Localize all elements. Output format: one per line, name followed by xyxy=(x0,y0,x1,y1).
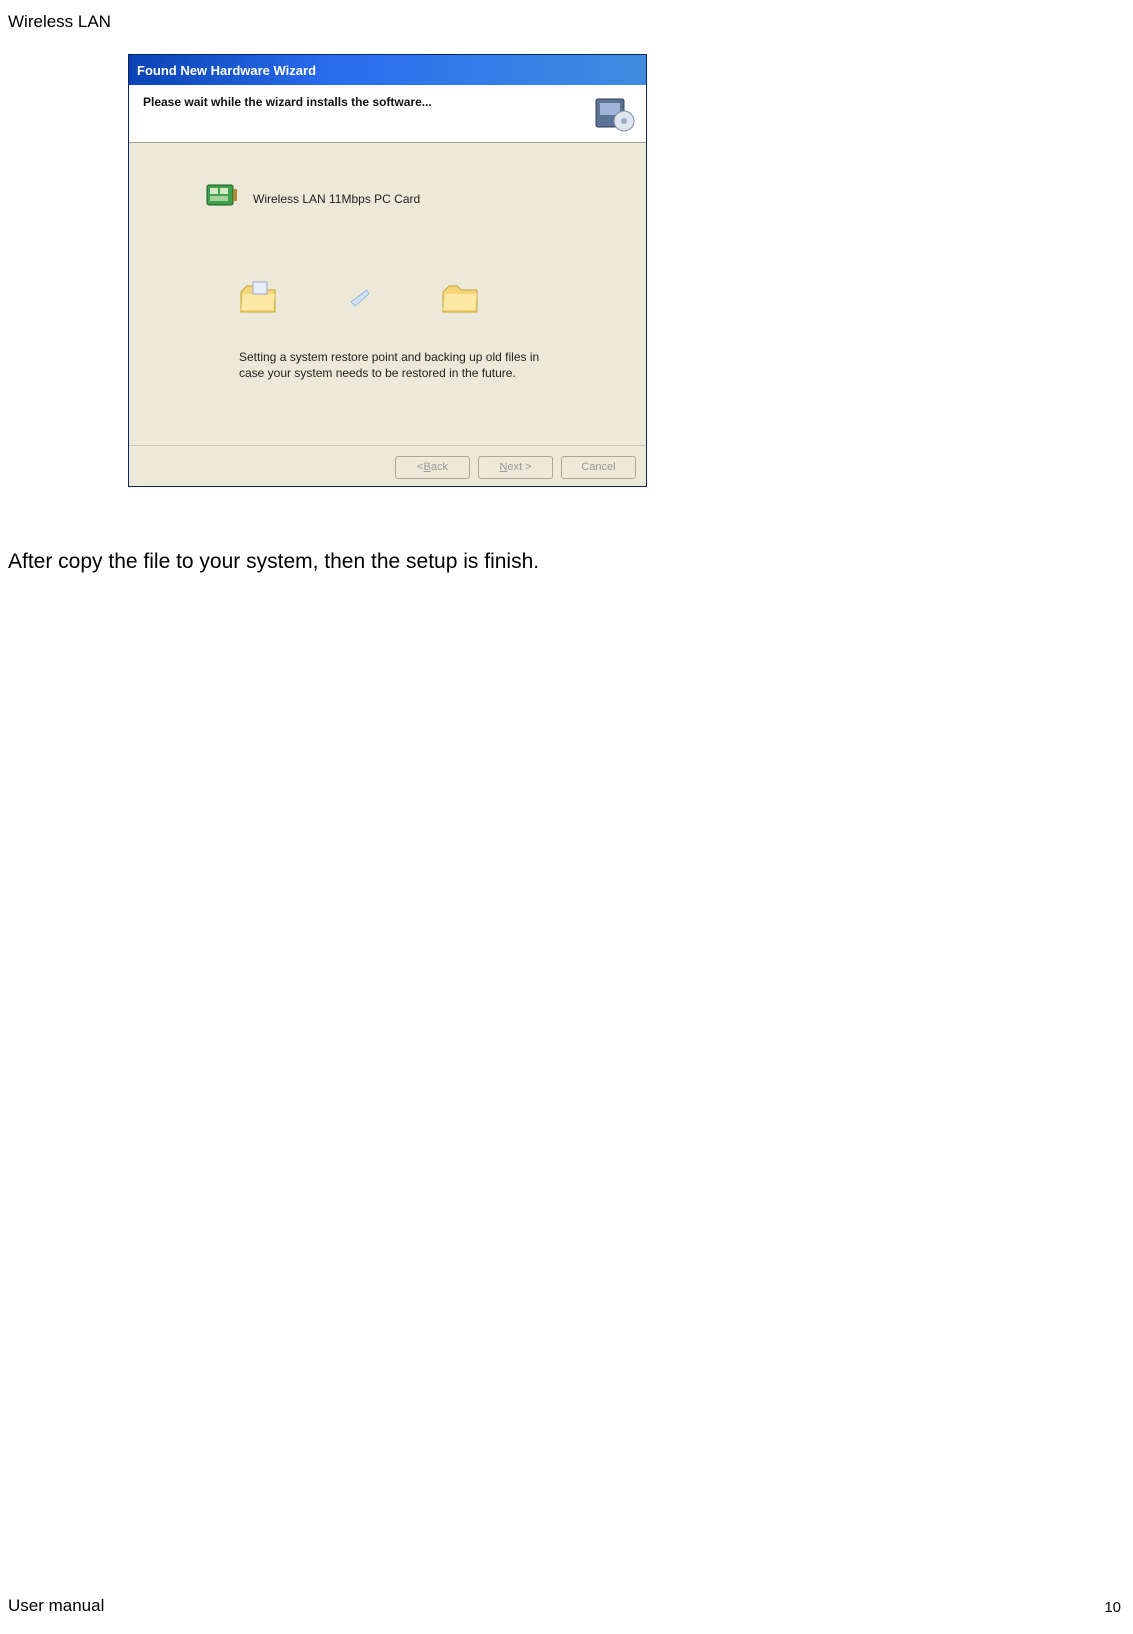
folder-source-icon xyxy=(239,280,279,321)
footer-page-number: 10 xyxy=(1104,1599,1121,1616)
device-card-icon xyxy=(205,181,239,216)
footer-left: User manual xyxy=(8,1596,104,1616)
device-row: Wireless LAN 11Mbps PC Card xyxy=(205,181,626,216)
banner-text: Please wait while the wizard installs th… xyxy=(143,95,632,109)
file-transfer-animation xyxy=(239,280,626,321)
body-caption: After copy the file to your system, then… xyxy=(8,550,539,574)
hardware-wizard-dialog: Found New Hardware Wizard Please wait wh… xyxy=(128,54,647,487)
next-ul: N xyxy=(499,461,507,473)
dialog-content: Wireless LAN 11Mbps PC Card xyxy=(129,143,646,445)
device-name: Wireless LAN 11Mbps PC Card xyxy=(253,192,420,206)
dialog-banner: Please wait while the wizard installs th… xyxy=(129,85,646,143)
next-button: Next > xyxy=(478,456,553,479)
back-button: < Back xyxy=(395,456,470,479)
status-text: Setting a system restore point and backi… xyxy=(239,349,559,381)
cancel-label: Cancel xyxy=(581,461,615,473)
back-rest: ack xyxy=(431,461,448,473)
back-ul: B xyxy=(423,461,430,473)
cancel-button: Cancel xyxy=(561,456,636,479)
page-header: Wireless LAN xyxy=(8,12,111,32)
dialog-button-row: < Back Next > Cancel xyxy=(129,445,646,488)
flying-paper-icon xyxy=(349,288,371,313)
folder-dest-icon xyxy=(441,280,481,321)
install-disc-icon xyxy=(592,91,636,135)
next-rest: ext > xyxy=(507,461,531,473)
dialog-titlebar: Found New Hardware Wizard xyxy=(129,55,646,85)
dialog-title: Found New Hardware Wizard xyxy=(137,63,316,78)
